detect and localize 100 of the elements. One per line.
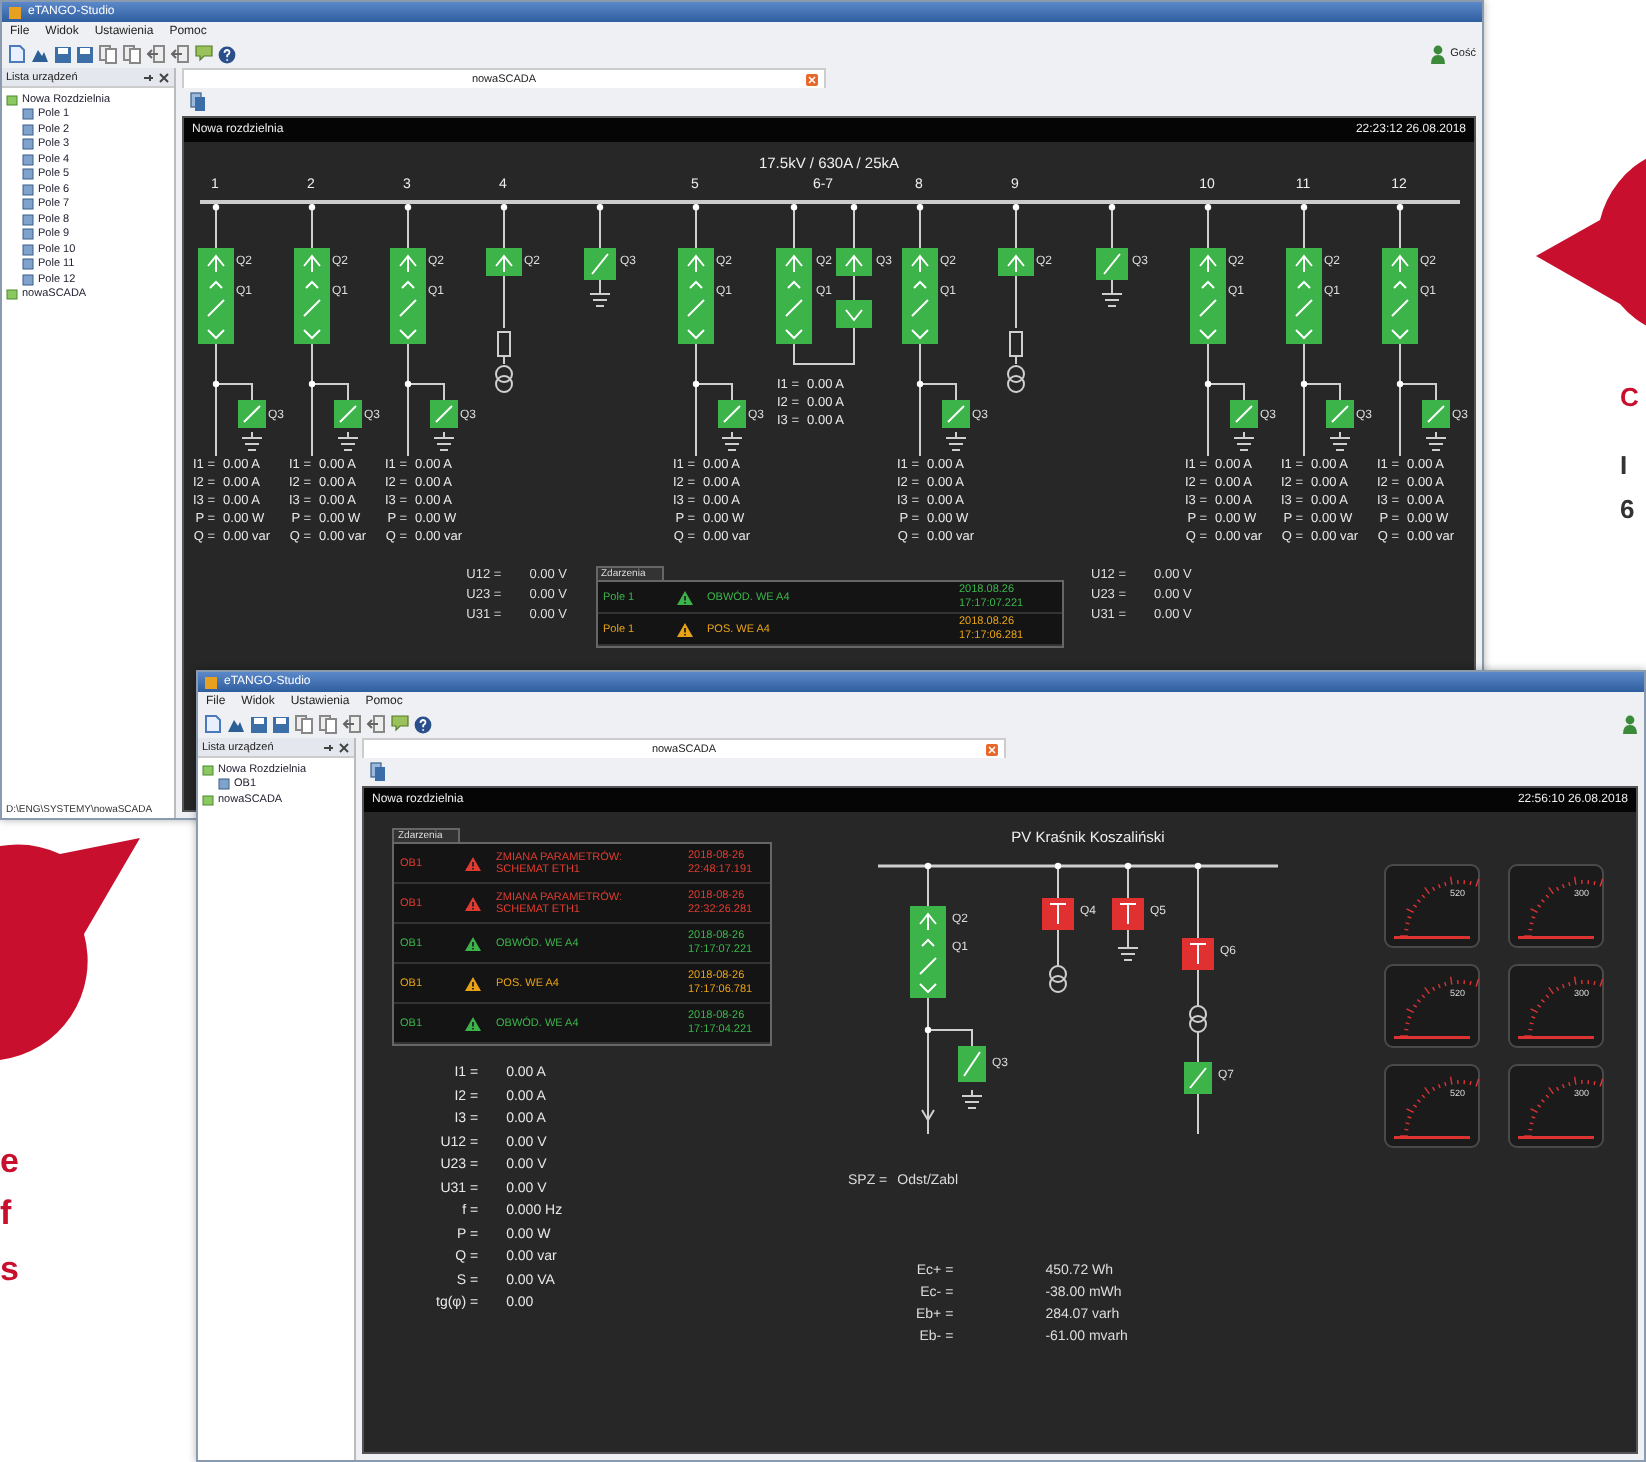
warning-icon [464,935,482,951]
arrow-left-icon[interactable] [366,714,386,734]
close-icon[interactable] [338,741,350,753]
floppy-icon[interactable] [272,715,290,733]
fuse-symbol [1008,331,1022,357]
user-icon[interactable] [1430,44,1447,64]
switch-symbol[interactable] [197,276,233,344]
earth-symbol [1328,431,1350,451]
switch-symbol[interactable] [677,248,713,276]
text-fragment: f [0,1196,12,1230]
switch-symbol[interactable] [429,400,457,428]
switch-symbol[interactable] [677,276,713,344]
switch-symbol[interactable] [1381,276,1417,344]
floppy-icon[interactable] [54,45,72,63]
switch-symbol[interactable] [583,248,615,280]
folder-icon [6,288,18,301]
earth-symbol [944,431,966,451]
switch-symbol[interactable] [1182,938,1214,970]
transformer-icon [1049,965,1067,993]
device-icon [218,778,230,791]
text-fragment: e [0,1144,19,1178]
switch-symbol[interactable] [941,400,969,428]
feeder-line [1124,862,1132,943]
text-fragment: I [1620,452,1628,478]
help-icon[interactable] [414,715,432,733]
text-fragment: 6 [1620,496,1635,522]
switch-symbol[interactable] [1381,248,1417,276]
pin-icon[interactable] [142,71,154,83]
earth-symbol [961,1089,983,1109]
switch-symbol[interactable] [835,248,871,328]
earth-symbol [432,431,454,451]
switch-symbol[interactable] [910,906,946,934]
close-icon[interactable] [158,71,170,83]
switch-symbol[interactable] [485,248,521,276]
switch-symbol[interactable] [1042,898,1074,930]
switch-symbol[interactable] [775,276,811,344]
switch-symbol[interactable] [389,276,425,344]
arrow-left-icon[interactable] [170,44,190,64]
text-fragment: C [1620,384,1639,410]
switch-symbol[interactable] [717,400,745,428]
app-icon [8,5,22,19]
app-icon [204,675,218,689]
document-icon[interactable] [8,44,26,64]
switch-symbol[interactable] [775,248,811,276]
speech-bubble-icon[interactable] [390,714,410,734]
document-stack-icon[interactable] [190,92,206,112]
floppy-icon[interactable] [76,45,94,63]
arrow-left-icon[interactable] [342,714,362,734]
switch-symbol[interactable] [1285,276,1321,344]
folder-icon [202,793,214,806]
switch-symbol[interactable] [958,1046,986,1082]
switch-symbol[interactable] [1421,400,1449,428]
switch-symbol[interactable] [237,400,265,428]
cable-end-icon [921,1109,935,1122]
earth-symbol [1232,431,1254,451]
pin-icon[interactable] [322,741,334,753]
fuse-symbol [496,331,510,357]
switch-symbol[interactable] [293,276,329,344]
switch-symbol[interactable] [1184,1062,1212,1094]
warning-icon [464,855,482,871]
switch-symbol[interactable] [1285,248,1321,276]
switch-symbol[interactable] [293,248,329,276]
transformer-icon [494,365,512,393]
current-transformer-icon [1189,1005,1207,1033]
document-stack-icon[interactable] [370,762,386,782]
floppy-icon[interactable] [250,715,268,733]
warning-icon [464,895,482,911]
switch-symbol[interactable] [197,248,233,276]
feeder-line [595,204,603,289]
speech-bubble-icon[interactable] [194,44,214,64]
switch-symbol[interactable] [901,248,937,276]
arrow-left-icon[interactable] [146,44,166,64]
feeder-line [1054,862,1062,967]
folder-icon [202,763,214,776]
earth-symbol [588,287,610,307]
switch-symbol[interactable] [1325,400,1353,428]
warning-icon [675,589,693,605]
earth-symbol [1424,431,1446,451]
switch-symbol[interactable] [1095,248,1127,280]
switch-symbol[interactable] [910,934,946,998]
switch-symbol[interactable] [1189,276,1225,344]
earth-symbol [240,431,262,451]
switch-symbol[interactable] [1189,248,1225,276]
earth-symbol [1117,941,1139,961]
switch-symbol[interactable] [1112,898,1144,930]
document-icon[interactable] [204,714,222,734]
user-icon[interactable] [1622,714,1638,734]
earth-symbol [1100,287,1122,307]
warning-icon [464,975,482,991]
switch-symbol[interactable] [901,276,937,344]
warning-icon [675,621,693,637]
switch-symbol[interactable] [333,400,361,428]
switch-symbol[interactable] [389,248,425,276]
earth-symbol [336,431,358,451]
text-fragment: s [0,1252,19,1286]
switch-symbol[interactable] [997,248,1033,276]
transformer-icon [1006,365,1024,393]
switch-symbol[interactable] [1229,400,1257,428]
help-icon[interactable] [218,45,236,63]
feeder-line [1107,204,1115,289]
